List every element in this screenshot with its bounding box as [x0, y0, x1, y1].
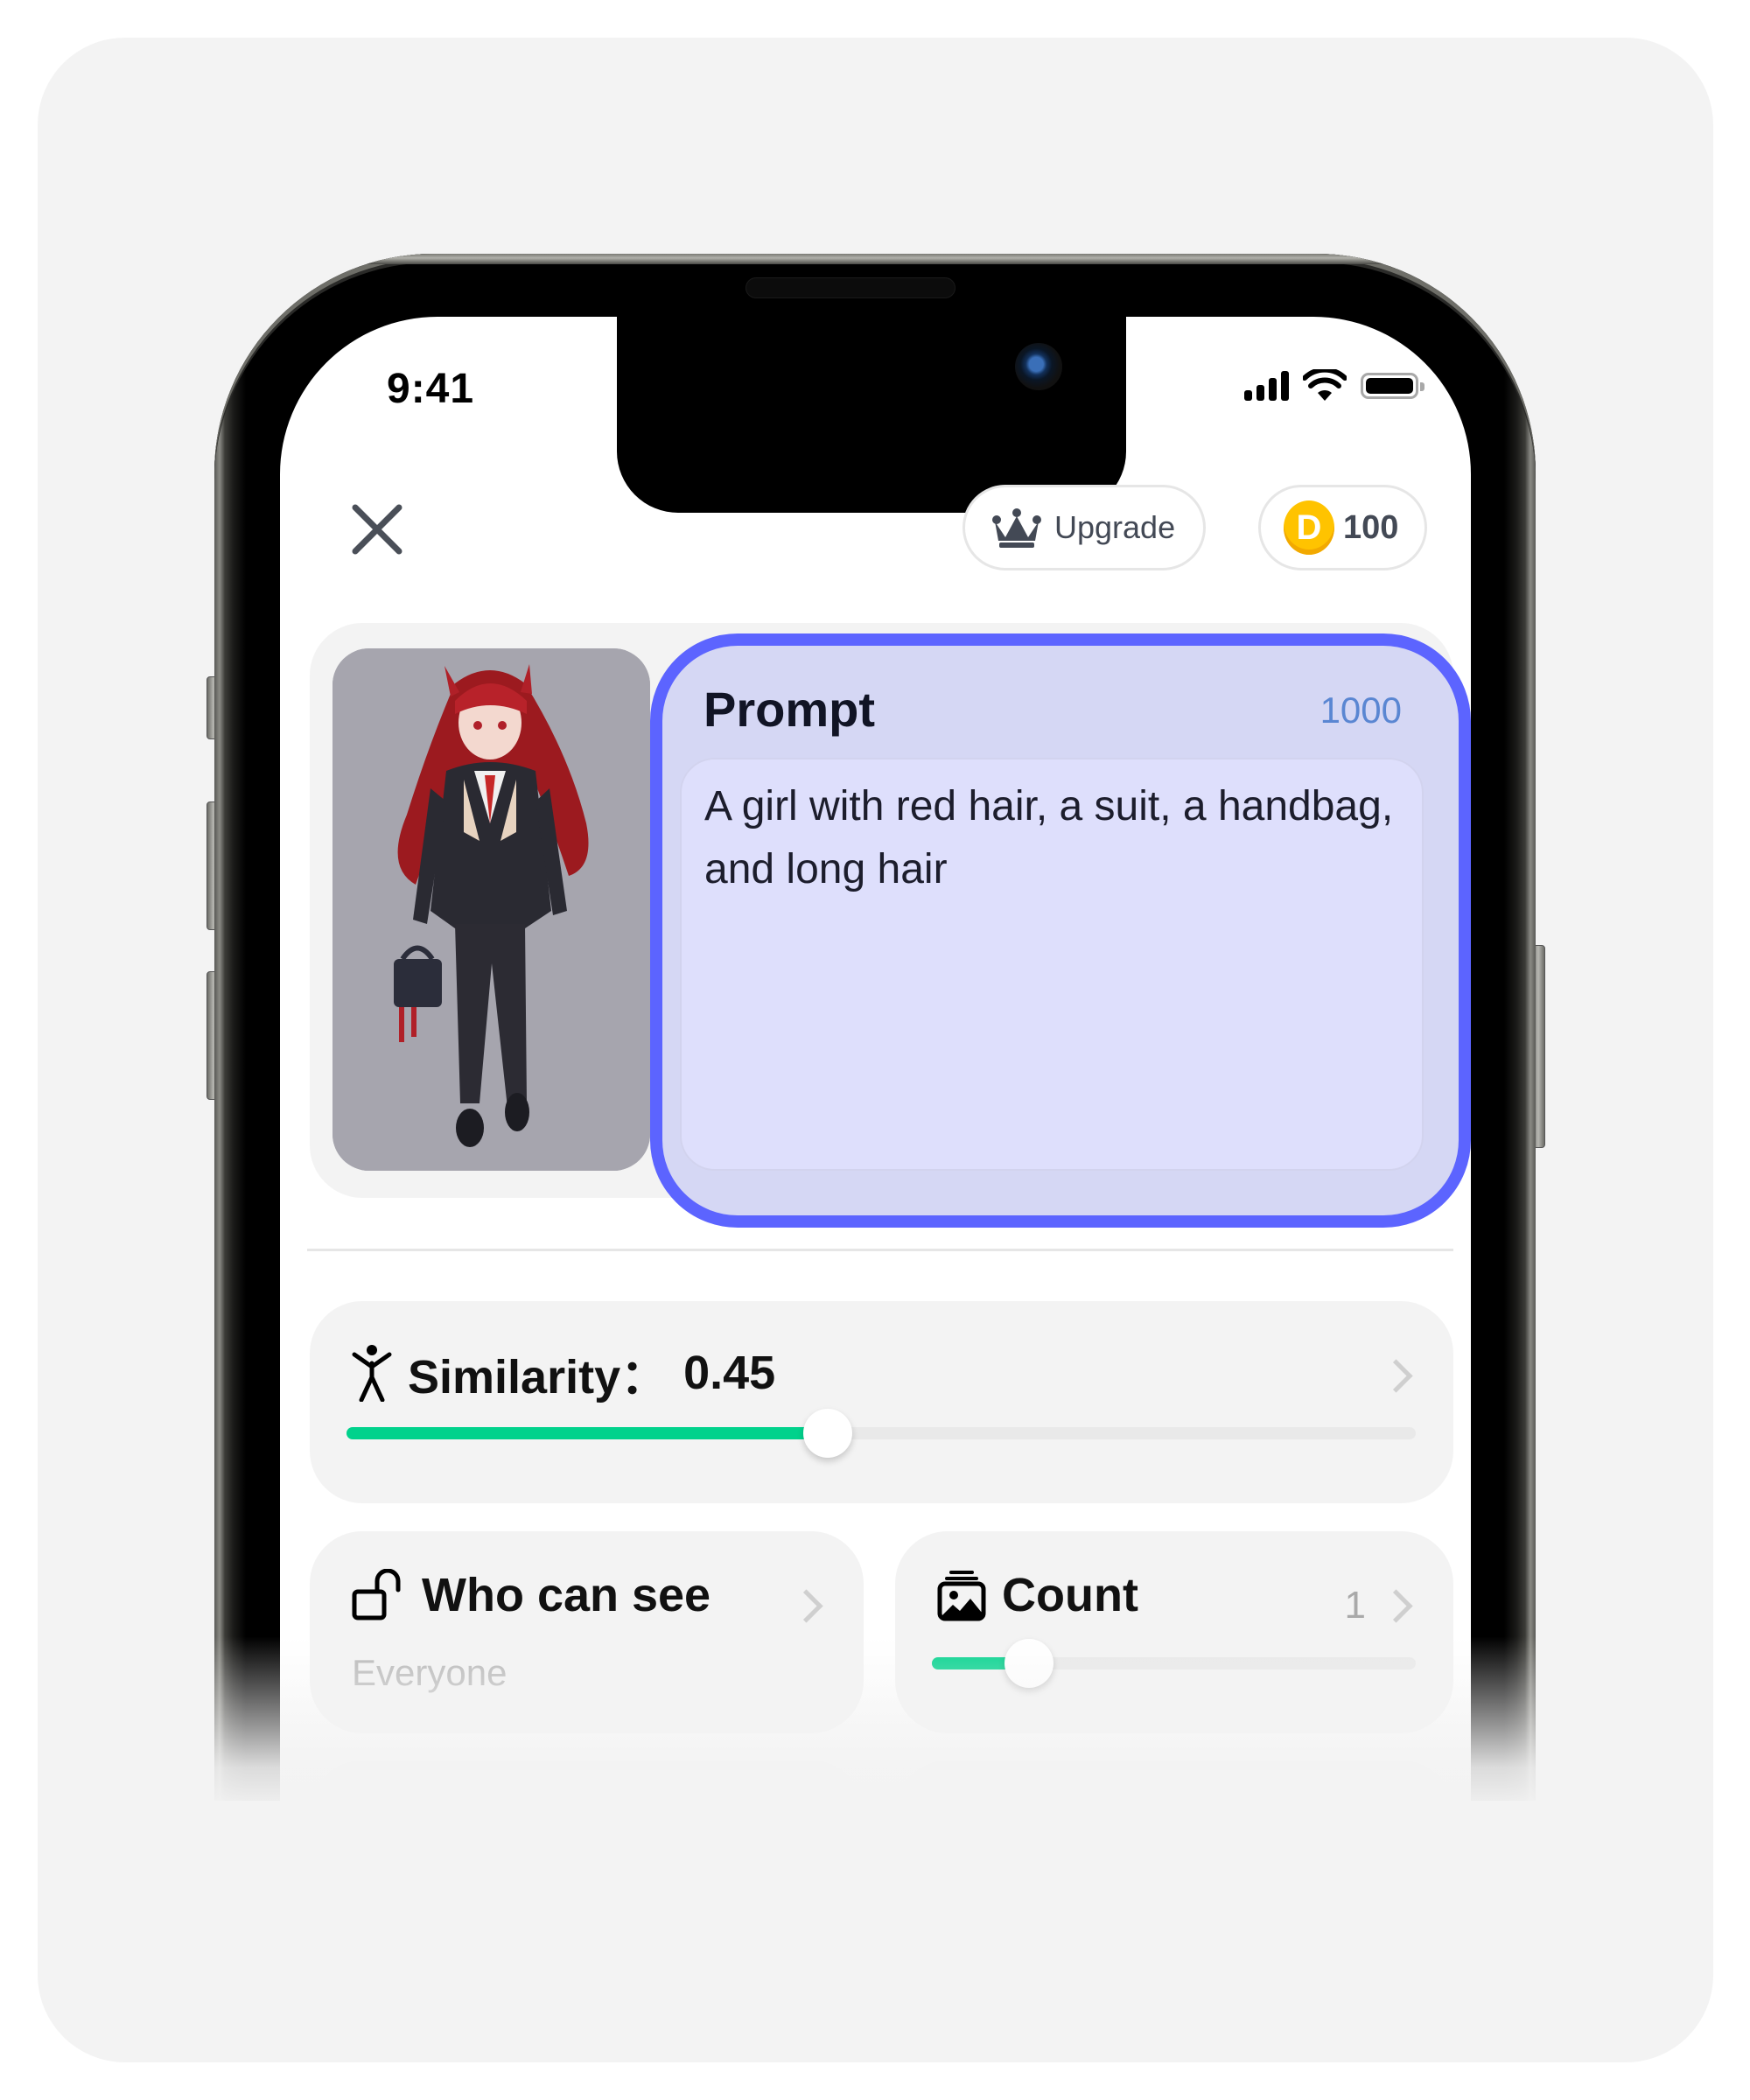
- crown-icon: [992, 508, 1041, 548]
- section-divider: [307, 1249, 1453, 1251]
- coin-letter: D: [1296, 508, 1322, 547]
- prompt-input[interactable]: A girl with red hair, a suit, a handbag,…: [680, 758, 1424, 1171]
- wifi-icon: [1303, 369, 1347, 401]
- upgrade-label: Upgrade: [1054, 509, 1176, 545]
- battery-icon: [1361, 373, 1424, 399]
- earpiece-speaker: [746, 278, 955, 298]
- image-stack-icon: [937, 1571, 986, 1621]
- similarity-card: Similarity： 0.45: [310, 1301, 1453, 1503]
- phone-frame-edge: [214, 254, 1536, 264]
- notch: [617, 317, 1126, 513]
- similarity-slider[interactable]: [346, 1409, 1416, 1458]
- reference-image[interactable]: [332, 648, 650, 1171]
- prompt-box: Prompt 1000 A girl with red hair, a suit…: [650, 634, 1471, 1228]
- chevron-right-icon[interactable]: [789, 1589, 823, 1623]
- similarity-slider-fill: [346, 1427, 828, 1439]
- coin-balance-button[interactable]: D 100: [1258, 485, 1427, 570]
- signal-icon: [1244, 371, 1289, 401]
- person-icon: [352, 1344, 392, 1402]
- close-icon: [352, 504, 402, 555]
- status-icons: [1244, 369, 1424, 402]
- close-button[interactable]: [348, 500, 406, 558]
- upgrade-button[interactable]: Upgrade: [962, 485, 1206, 570]
- front-camera-icon: [1015, 343, 1062, 390]
- coin-balance: 100: [1343, 508, 1399, 546]
- frame-fade-overlay: [210, 1636, 1540, 1811]
- similarity-label: Similarity：: [408, 1351, 668, 1404]
- status-time: 9:41: [387, 366, 475, 412]
- prompt-char-count: 1000: [1320, 690, 1402, 731]
- chevron-right-icon[interactable]: [1379, 1359, 1413, 1393]
- character-illustration: [332, 648, 650, 1171]
- count-value: 1: [1344, 1584, 1366, 1627]
- who-can-see-label: Who can see: [422, 1569, 711, 1621]
- count-label: Count: [1002, 1569, 1138, 1621]
- unlock-icon: [352, 1569, 401, 1620]
- below-fade-overlay: [210, 1801, 1540, 1976]
- prompt-title: Prompt: [704, 682, 875, 737]
- chevron-right-icon[interactable]: [1379, 1589, 1413, 1623]
- similarity-value: 0.45: [683, 1346, 776, 1399]
- similarity-slider-thumb[interactable]: [802, 1409, 852, 1458]
- coin-icon: D: [1284, 500, 1334, 555]
